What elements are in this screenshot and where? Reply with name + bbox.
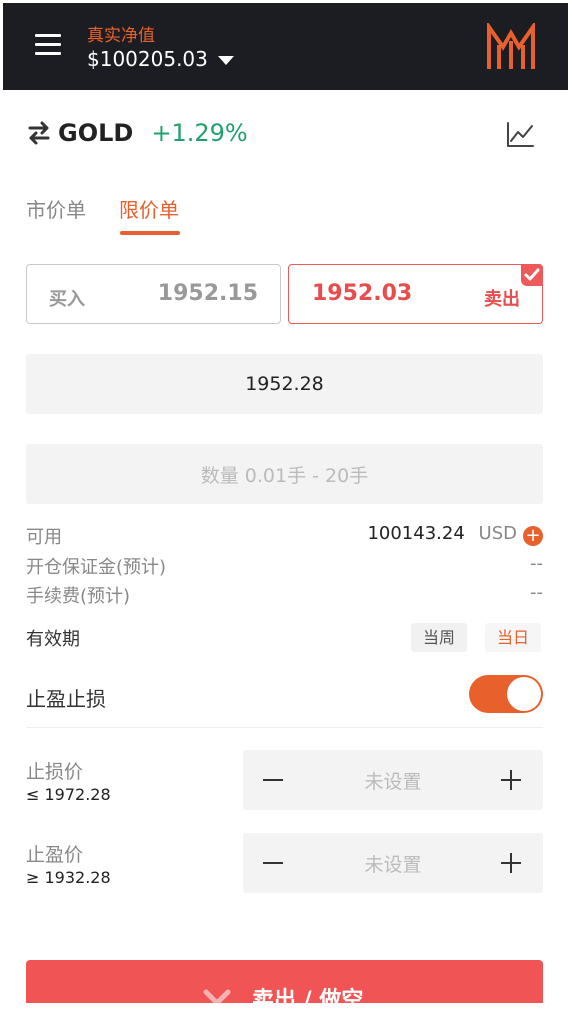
buy-price: 1952.15 [157, 281, 258, 306]
validity-day-button[interactable]: 当日 [485, 623, 542, 652]
symbol-name[interactable]: GOLD [58, 119, 133, 147]
tab-limit-order[interactable]: 限价单 [119, 194, 179, 223]
stop-loss-value[interactable]: 未设置 [243, 767, 543, 794]
take-profit-value[interactable]: 未设置 [243, 850, 543, 877]
margin-label: 开仓保证金(预计) [26, 557, 167, 578]
take-profit-limit: ≥ 1932.28 [26, 868, 111, 887]
sell-quote-button[interactable]: 1952.03 卖出 [288, 264, 543, 324]
validity-week-button[interactable]: 当周 [411, 623, 468, 652]
take-profit-plus-icon[interactable] [501, 847, 523, 877]
stop-loss-limit: ≤ 1972.28 [26, 785, 111, 804]
account-label: 真实净值 [87, 26, 155, 46]
available-amount: 100143.24 USD + [367, 523, 543, 546]
take-profit-stepper: 未设置 [243, 833, 543, 893]
symbol-header: GOLD +1.29% [26, 115, 248, 151]
stop-loss-stepper: 未设置 [243, 750, 543, 810]
sltp-label: 止盈止损 [26, 687, 106, 711]
fee-row: 手续费(预计) -- [26, 582, 543, 608]
symbol-change: +1.29% [151, 119, 248, 147]
line-chart-icon[interactable] [506, 121, 534, 149]
quantity-input[interactable]: 数量 0.01手 - 20手 [26, 444, 543, 504]
caret-down-icon [217, 55, 234, 65]
active-tab-indicator [120, 231, 180, 235]
sltp-toggle[interactable] [469, 675, 543, 713]
take-profit-label: 止盈价 [26, 844, 84, 866]
sell-label: 卖出 [484, 289, 520, 310]
hamburger-icon[interactable] [35, 34, 63, 56]
order-screen: 真实净值 $100205.03 GOLD +1.29% 市价单 限价单 买入 1… [3, 3, 568, 1003]
available-unit: USD [478, 523, 517, 544]
chevron-down-icon [203, 989, 231, 1003]
margin-value: -- [530, 553, 543, 574]
account-value: $100205.03 [87, 47, 208, 71]
margin-row: 开仓保证金(预计) -- [26, 553, 543, 579]
divider [26, 727, 543, 728]
account-selector[interactable]: $100205.03 [87, 47, 234, 71]
available-row: 可用 100143.24 USD + [26, 523, 543, 549]
tab-market-order[interactable]: 市价单 [26, 194, 86, 223]
available-value: 100143.24 [367, 523, 465, 544]
checkmark-icon [521, 264, 543, 286]
stop-loss-label: 止损价 [26, 761, 84, 783]
top-bar: 真实净值 $100205.03 [3, 3, 568, 90]
buy-label: 买入 [49, 289, 85, 310]
fee-value: -- [530, 582, 543, 603]
submit-label: 卖出 / 做空 [252, 988, 364, 1003]
toggle-knob [507, 677, 541, 711]
buy-quote-button[interactable]: 买入 1952.15 [26, 264, 281, 324]
limit-price-input[interactable]: 1952.28 [26, 354, 543, 414]
sell-short-button[interactable]: 卖出 / 做空 [26, 960, 543, 1003]
available-label: 可用 [26, 527, 62, 548]
swap-arrows-icon[interactable] [26, 120, 52, 146]
validity-label: 有效期 [26, 629, 80, 650]
deposit-plus-icon[interactable]: + [523, 526, 543, 546]
fee-label: 手续费(预计) [26, 586, 131, 607]
stop-loss-plus-icon[interactable] [501, 764, 523, 794]
brand-m-logo [487, 23, 535, 69]
sell-price: 1952.03 [312, 281, 413, 306]
